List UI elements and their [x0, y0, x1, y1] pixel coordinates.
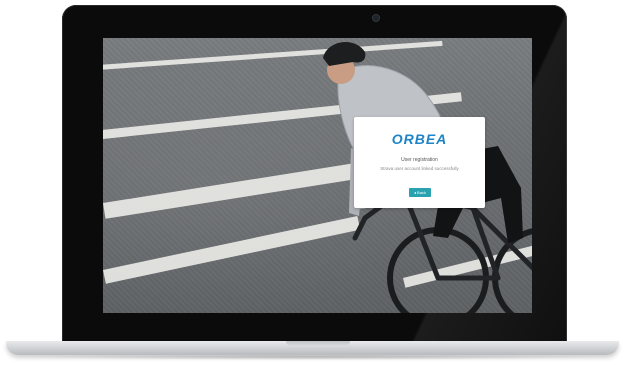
helmet-icon: [323, 41, 366, 66]
back-button[interactable]: ◂Back: [409, 188, 431, 197]
rear-wheel: [492, 228, 532, 313]
webcam: [373, 15, 379, 21]
arrow-left-icon: ◂: [414, 190, 417, 195]
orbea-logo: ORBEA: [391, 131, 448, 147]
back-button-label: Back: [417, 190, 426, 195]
laptop-base: [6, 341, 619, 355]
laptop-mockup: ORBEA User registration Strava user acco…: [0, 0, 625, 365]
laptop-screen: ORBEA User registration Strava user acco…: [103, 38, 532, 313]
card-title: User registration: [401, 157, 438, 163]
success-message: Strava user account linked successfully: [380, 166, 459, 171]
lid-opening-notch: [286, 341, 350, 346]
registration-card: ORBEA User registration Strava user acco…: [354, 117, 485, 208]
